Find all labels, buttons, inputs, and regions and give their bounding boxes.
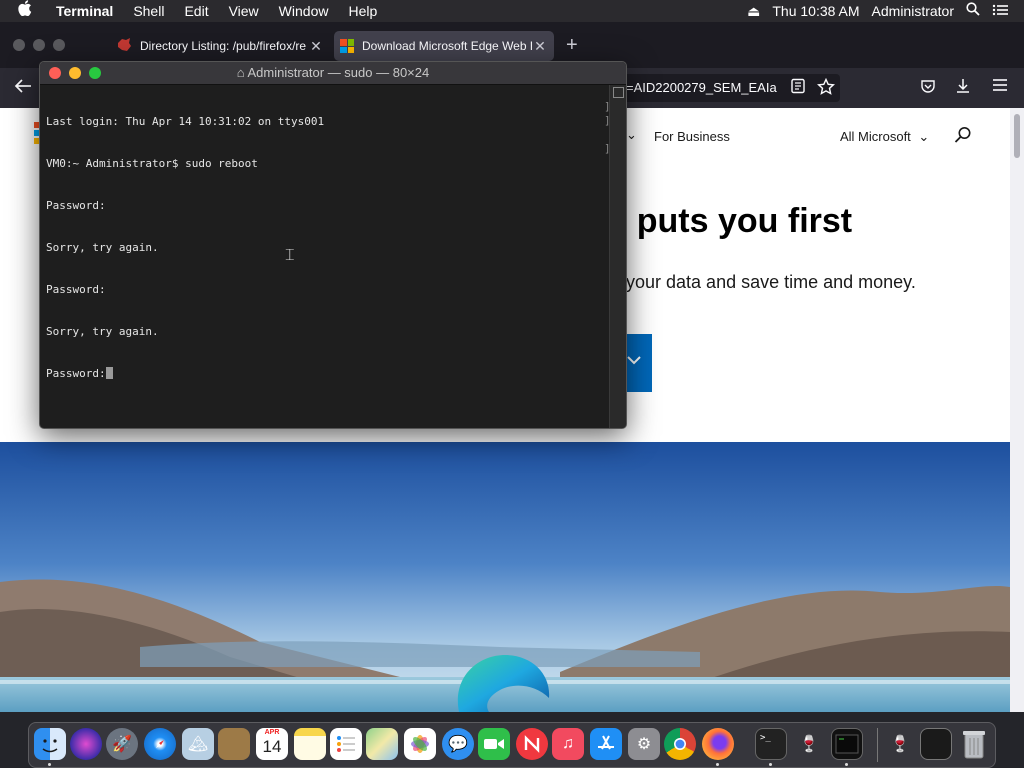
firefox-zoom-button[interactable] [53, 39, 65, 51]
wine-app-icon[interactable]: 🍷 [884, 728, 916, 760]
notes-icon[interactable] [294, 728, 326, 760]
chevron-down-icon: ⌄ [918, 129, 930, 144]
terminal-line: Sorry, try again. [46, 325, 159, 338]
messages-icon[interactable]: 💬 [442, 728, 474, 760]
calendar-month: APR [264, 729, 280, 736]
firefox-running-dot [716, 763, 719, 766]
terminal-title: ⌂ Administrator — sudo — 80×24 [40, 62, 626, 84]
launchpad-icon[interactable]: 🚀 [106, 728, 138, 760]
console-running-dot [845, 763, 848, 766]
terminal-titlebar[interactable]: ⌂ Administrator — sudo — 80×24 [40, 62, 626, 85]
tab-title: Directory Listing: /pub/firefox/re [140, 39, 307, 53]
terminal-running-dot [769, 763, 772, 766]
pocket-icon[interactable] [920, 78, 936, 99]
tab-close-icon[interactable]: ✕ [308, 38, 324, 55]
terminal-line: Sorry, try again. [46, 241, 159, 254]
terminal-title-text: Administrator — sudo — 80×24 [247, 65, 430, 80]
trash-icon[interactable] [958, 728, 990, 760]
news-icon[interactable] [516, 728, 548, 760]
firefox-favicon-icon [116, 37, 132, 56]
tab-title: Download Microsoft Edge Web B [362, 39, 532, 53]
music-icon[interactable]: ♫ [552, 728, 584, 760]
facetime-icon[interactable] [478, 728, 510, 760]
preview-icon[interactable]: 🏔 [182, 728, 214, 760]
menu-view[interactable]: View [219, 0, 269, 22]
page-scrollbar[interactable] [1010, 108, 1024, 712]
edge-hero-image [0, 442, 1010, 712]
dock-separator [877, 728, 878, 762]
downloads-icon[interactable] [955, 78, 971, 99]
microsoft-favicon-icon [340, 39, 354, 53]
ibeam-cursor-icon: ⌶ [285, 247, 295, 264]
page-headline: t puts you first [616, 202, 853, 240]
terminal-scrollbar[interactable] [609, 85, 626, 428]
terminal-line: VM0:~ Administrator$ sudo reboot [46, 157, 258, 170]
hamburger-menu-icon[interactable] [992, 78, 1008, 97]
console-icon[interactable] [831, 728, 863, 760]
firefox-close-button[interactable] [13, 39, 25, 51]
reminders-icon[interactable] [330, 728, 362, 760]
firefox-icon[interactable] [702, 728, 734, 760]
bookmark-star-icon[interactable] [816, 77, 836, 101]
menubar-clock[interactable]: Thu 10:38 AM [766, 0, 865, 22]
terminal-line: Password: [46, 367, 106, 380]
photos-icon[interactable] [404, 728, 436, 760]
terminal-output[interactable]: Last login: Thu Apr 14 10:31:02 on ttys0… [40, 85, 608, 428]
tab-close-icon[interactable]: ✕ [532, 38, 548, 55]
terminal-icon[interactable]: >_ [755, 728, 787, 760]
terminal-line: Password: [46, 283, 106, 296]
system-preferences-icon[interactable]: ⚙ [628, 728, 660, 760]
calendar-day: 14 [262, 737, 282, 756]
maps-icon[interactable] [366, 728, 398, 760]
calendar-icon[interactable]: APR 14 [256, 728, 288, 760]
terminal-window: ⌂ Administrator — sudo — 80×24 Last logi… [39, 61, 627, 429]
siri-icon[interactable] [70, 728, 102, 760]
menubar-user[interactable]: Administrator [866, 0, 960, 22]
wine-glass-icon[interactable]: 🍷 [793, 728, 825, 760]
chrome-icon[interactable] [664, 728, 696, 760]
apple-menu-icon[interactable] [0, 0, 46, 23]
scroll-indicator-icon [613, 87, 624, 98]
terminal-line: Last login: Thu Apr 14 10:31:02 on ttys0… [46, 115, 325, 128]
terminal-prompt-line: Password: [46, 367, 608, 381]
tab-download-edge[interactable]: Download Microsoft Edge Web B ✕ [334, 31, 554, 61]
new-tab-button[interactable]: + [566, 34, 578, 57]
site-search-icon[interactable] [954, 126, 972, 149]
page-subheadline: t your data and save time and money. [616, 272, 916, 292]
chevron-down-icon[interactable]: ⌄ [626, 127, 637, 143]
contacts-icon[interactable] [218, 728, 250, 760]
eject-icon[interactable]: ⏏ [741, 0, 766, 22]
menu-help[interactable]: Help [338, 0, 387, 22]
back-arrow-icon[interactable] [14, 78, 32, 99]
firefox-minimize-button[interactable] [33, 39, 45, 51]
menu-app-terminal[interactable]: Terminal [46, 0, 123, 22]
control-center-icon[interactable] [986, 0, 1014, 22]
menu-shell[interactable]: Shell [123, 0, 174, 22]
finder-icon[interactable] [34, 728, 66, 760]
nav-all-microsoft-label: All Microsoft [840, 129, 911, 144]
tab-directory-listing[interactable]: Directory Listing: /pub/firefox/re ✕ [110, 31, 330, 61]
spotlight-search-icon[interactable] [960, 0, 986, 22]
home-folder-icon: ⌂ [236, 65, 248, 80]
menu-window[interactable]: Window [269, 0, 339, 22]
menu-bar: Terminal Shell Edit View Window Help ⏏ T… [0, 0, 1024, 22]
minimized-window-icon[interactable] [920, 728, 952, 760]
reader-view-icon[interactable] [790, 78, 806, 99]
menu-edit[interactable]: Edit [174, 0, 218, 22]
finder-running-dot [48, 763, 51, 766]
nav-all-microsoft[interactable]: All Microsoft ⌄ [840, 129, 929, 145]
nav-for-business[interactable]: For Business [654, 129, 730, 144]
key-cursor-icon [105, 367, 113, 379]
terminal-line: Password: [46, 199, 106, 212]
app-store-icon[interactable] [590, 728, 622, 760]
url-bar[interactable]: =AID2200279_SEM_EAIa [620, 74, 840, 102]
safari-icon[interactable] [144, 728, 176, 760]
